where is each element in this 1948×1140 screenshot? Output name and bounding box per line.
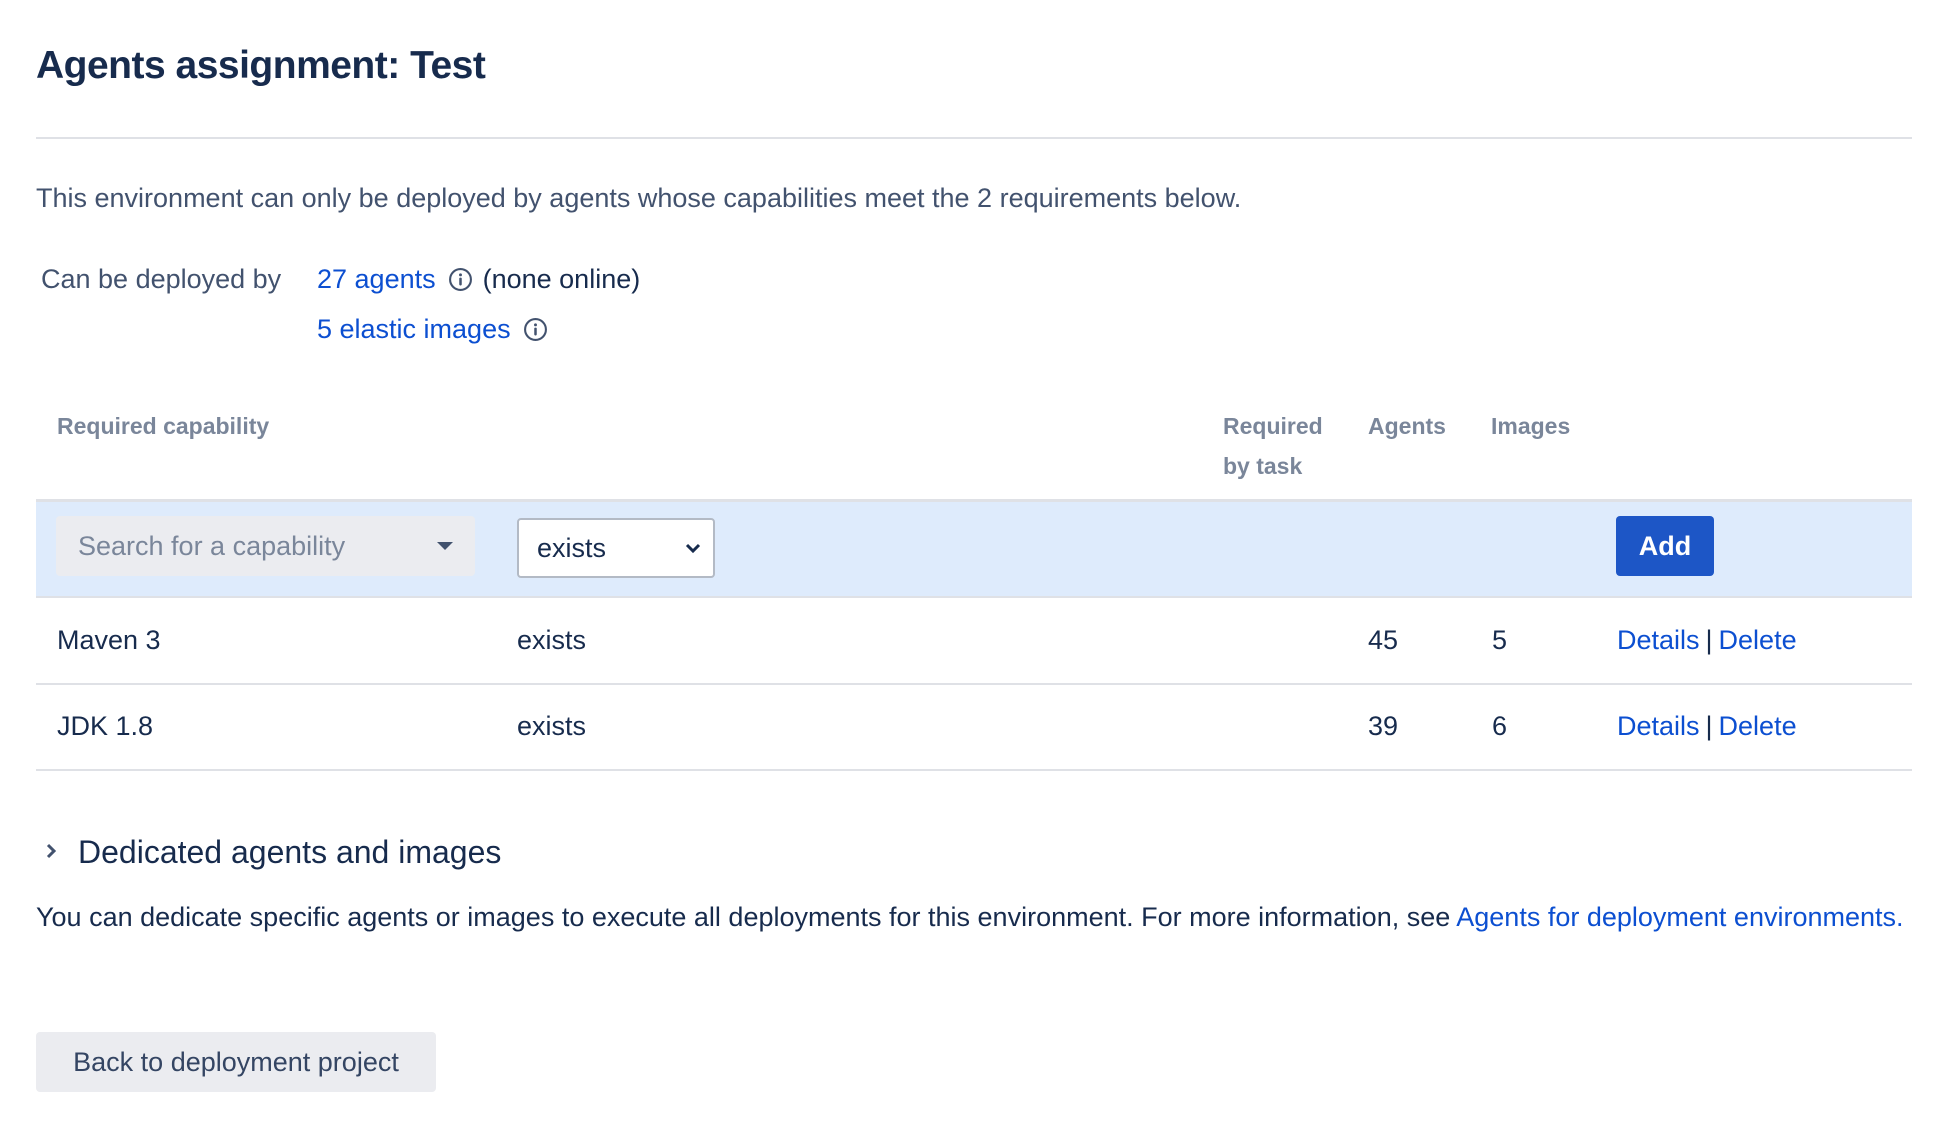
caret-down-icon — [437, 542, 453, 550]
agents-count: 45 — [1368, 625, 1399, 655]
images-count: 5 — [1492, 625, 1508, 655]
column-header-agents: Agents — [1368, 413, 1446, 439]
row-actions: Details | Delete — [1617, 711, 1797, 742]
column-header-capability: Required capability — [57, 413, 270, 439]
capability-operator: exists — [517, 625, 587, 655]
capability-search-input[interactable]: Search for a capability — [56, 516, 475, 576]
chevron-down-icon — [685, 543, 701, 554]
title-divider — [36, 137, 1912, 139]
action-separator: | — [1705, 625, 1713, 655]
capability-name: JDK 1.8 — [57, 711, 154, 741]
search-placeholder: Search for a capability — [78, 530, 346, 561]
agents-count-link[interactable]: 27 agents — [317, 264, 436, 295]
column-header-images: Images — [1491, 413, 1571, 439]
info-icon[interactable] — [448, 267, 473, 292]
info-icon[interactable] — [523, 317, 548, 342]
details-link[interactable]: Details — [1617, 711, 1700, 741]
header-line-1: Required — [1223, 413, 1323, 439]
chevron-right-icon[interactable] — [44, 840, 60, 862]
images-count: 6 — [1492, 711, 1508, 741]
images-line: 5 elastic images — [317, 314, 558, 345]
agents-online-status: (none online) — [482, 264, 641, 294]
elastic-images-link[interactable]: 5 elastic images — [317, 314, 511, 345]
operator-select[interactable]: exists — [517, 518, 715, 578]
column-header-required-by-task: Required by task — [1223, 406, 1323, 486]
add-button[interactable]: Add — [1616, 516, 1714, 576]
dedicated-text: You can dedicate specific agents or imag… — [36, 902, 1457, 932]
capability-operator: exists — [517, 711, 587, 741]
dedicated-section-toggle[interactable]: Dedicated agents and images — [78, 834, 501, 871]
intro-text: This environment can only be deployed by… — [36, 183, 1242, 213]
header-line-2: by task — [1223, 453, 1303, 479]
agents-for-deployment-link[interactable]: Agents for deployment environments. — [1456, 902, 1903, 932]
operator-selected-value: exists — [537, 532, 607, 563]
page-title: Agents assignment: Test — [36, 44, 486, 87]
agents-count: 39 — [1368, 711, 1399, 741]
deployed-by-label: Can be deployed by — [41, 264, 282, 294]
row-actions: Details | Delete — [1617, 625, 1797, 656]
delete-link[interactable]: Delete — [1719, 711, 1797, 741]
dedicated-description: You can dedicate specific agents or imag… — [36, 897, 1916, 937]
table-row: Maven 3 exists 45 5 Details | Delete — [36, 599, 1912, 685]
delete-link[interactable]: Delete — [1719, 625, 1797, 655]
table-row: JDK 1.8 exists 39 6 Details | Delete — [36, 685, 1912, 771]
agents-line: 27 agents (none online) — [317, 264, 640, 295]
capability-name: Maven 3 — [57, 625, 161, 655]
back-to-project-button[interactable]: Back to deployment project — [36, 1032, 436, 1092]
action-separator: | — [1705, 711, 1713, 741]
details-link[interactable]: Details — [1617, 625, 1700, 655]
